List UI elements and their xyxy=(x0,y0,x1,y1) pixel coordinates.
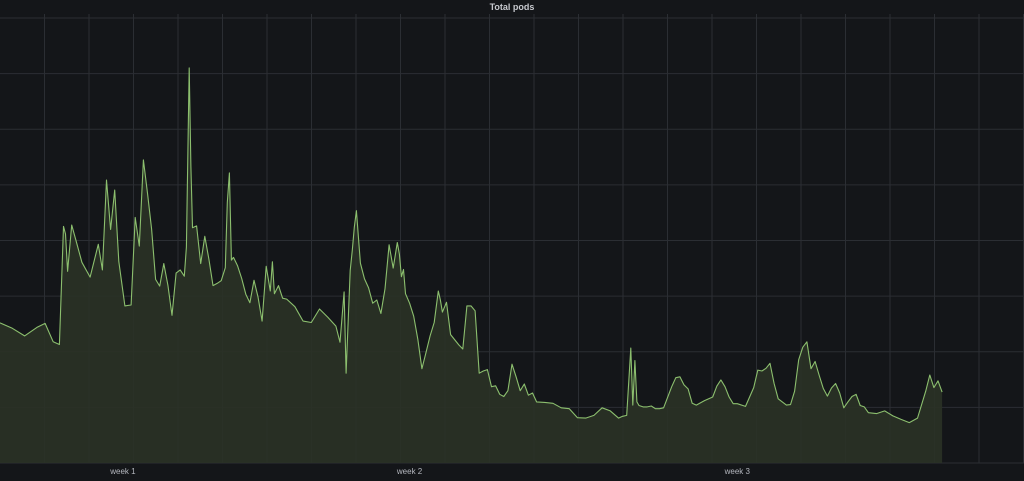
chart-plot: week 1 week 2 week 3 xyxy=(0,14,1024,476)
chart-panel: Total pods week 1 week 2 week 3 xyxy=(0,0,1024,481)
x-tick-label: week 2 xyxy=(396,467,423,476)
x-tick-label: week 1 xyxy=(109,467,136,476)
x-tick-label: week 3 xyxy=(724,467,751,476)
